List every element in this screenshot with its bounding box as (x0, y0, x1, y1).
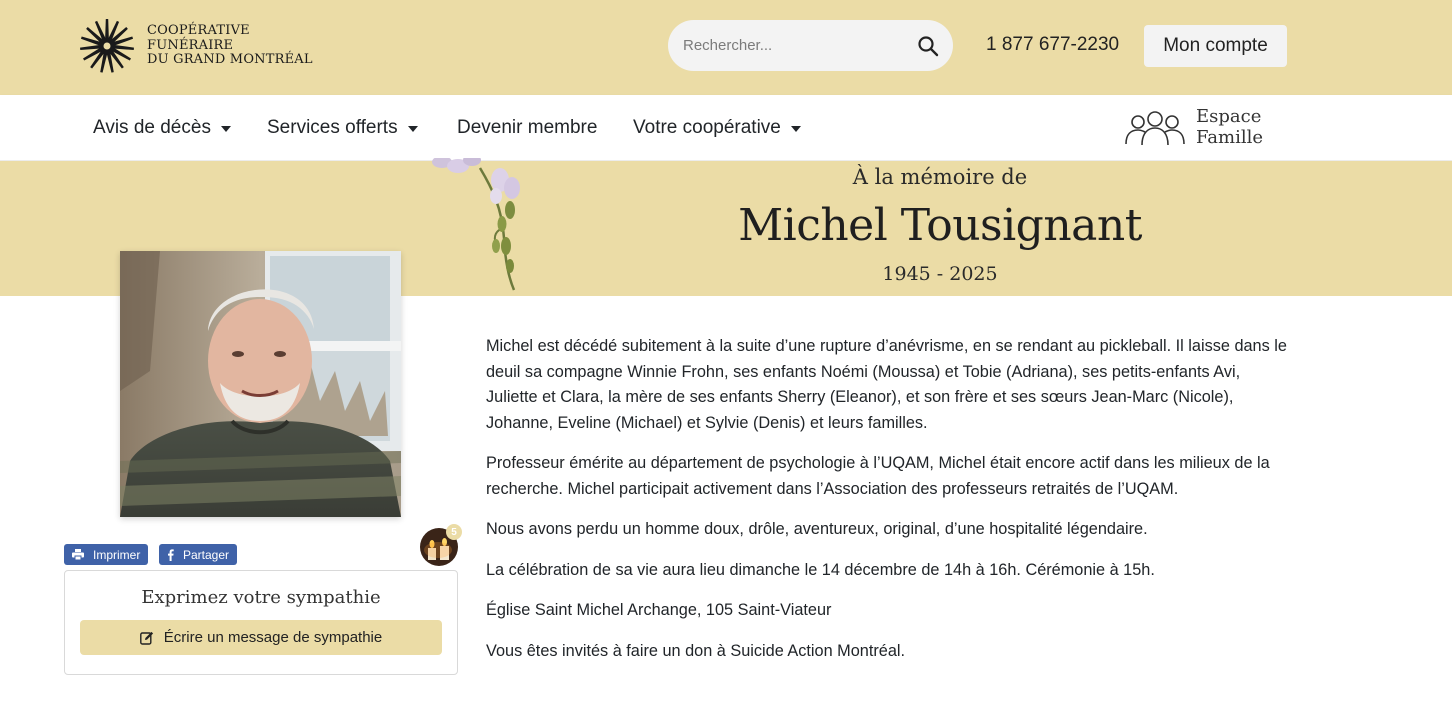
sympathy-card: Exprimez votre sympathie Écrire un messa… (64, 570, 458, 675)
obituary-paragraph: La célébration de sa vie aura lieu diman… (486, 560, 1155, 579)
obituary-paragraph: Professeur émérite au département de psy… (486, 454, 1270, 498)
write-sympathy-label: Écrire un message de sympathie (163, 629, 383, 646)
obituary-text: Michel est décédé subitement à la suite … (486, 334, 1296, 679)
nav-item-label: Services offerts (267, 117, 398, 138)
espace-line-2: Famille (1196, 127, 1263, 148)
share-label: Partager (183, 547, 230, 562)
logo-line-3: DU GRAND MONTRÉAL (147, 52, 313, 68)
search-icon[interactable] (915, 33, 941, 59)
family-icon (1125, 111, 1185, 146)
nav-item-services-offerts[interactable]: Services offerts (267, 117, 418, 139)
logo-text: COOPÉRATIVE FUNÉRAIRE DU GRAND MONTRÉAL (147, 24, 313, 68)
nav-item-label: Avis de décès (93, 117, 211, 138)
nav-item-devenir-membre[interactable]: Devenir membre (457, 117, 597, 139)
obituary-paragraph: Nous avons perdu un homme doux, drôle, a… (486, 520, 1148, 538)
write-sympathy-button[interactable]: Écrire un message de sympathie (80, 620, 442, 655)
edit-icon (139, 631, 154, 645)
account-button[interactable]: Mon compte (1144, 25, 1287, 67)
share-button[interactable]: Partager (159, 544, 238, 565)
print-button[interactable]: Imprimer (64, 544, 149, 565)
sympathy-title: Exprimez votre sympathie (141, 587, 381, 608)
portrait-photo (120, 251, 401, 517)
phone-number[interactable]: 1 877 677-2230 (986, 34, 1119, 56)
espace-line-1: Espace (1196, 106, 1262, 127)
nav-item-votre-cooperative[interactable]: Votre coopérative (633, 117, 801, 139)
obituary-paragraph: Michel est décédé subitement à la suite … (486, 337, 1287, 432)
caret-down-icon (407, 126, 418, 132)
caret-down-icon (220, 126, 231, 132)
logo[interactable]: COOPÉRATIVE FUNÉRAIRE DU GRAND MONTRÉAL (78, 18, 313, 74)
nav-item-label: Devenir membre (457, 117, 598, 138)
nav-item-label: Votre coopérative (633, 117, 781, 138)
facebook-icon (167, 548, 174, 561)
caret-down-icon (790, 126, 801, 132)
main-nav: Avis de décès Services offerts Devenir m… (0, 95, 1452, 161)
print-label: Imprimer (93, 547, 141, 562)
logo-sunburst-icon (80, 19, 134, 73)
candle-count-badge: 5 (446, 524, 462, 540)
obituary-paragraph: Vous êtes invités à faire un don à Suici… (486, 641, 906, 660)
obituary-paragraph: Église Saint Michel Archange, 105 Saint-… (486, 601, 832, 619)
search-box (668, 20, 953, 71)
logo-line-1: COOPÉRATIVE (147, 23, 250, 39)
printer-icon (72, 549, 84, 560)
deceased-name: Michel Tousignant (738, 200, 1142, 251)
espace-famille-label: Espace Famille (1196, 106, 1263, 148)
top-bar: COOPÉRATIVE FUNÉRAIRE DU GRAND MONTRÉAL … (0, 0, 1452, 95)
memorial-subtitle: À la mémoire de (852, 165, 1028, 189)
nav-item-avis-de-deces[interactable]: Avis de décès (93, 117, 231, 139)
search-input[interactable] (683, 20, 903, 71)
espace-famille-link[interactable]: Espace Famille (1124, 105, 1263, 149)
